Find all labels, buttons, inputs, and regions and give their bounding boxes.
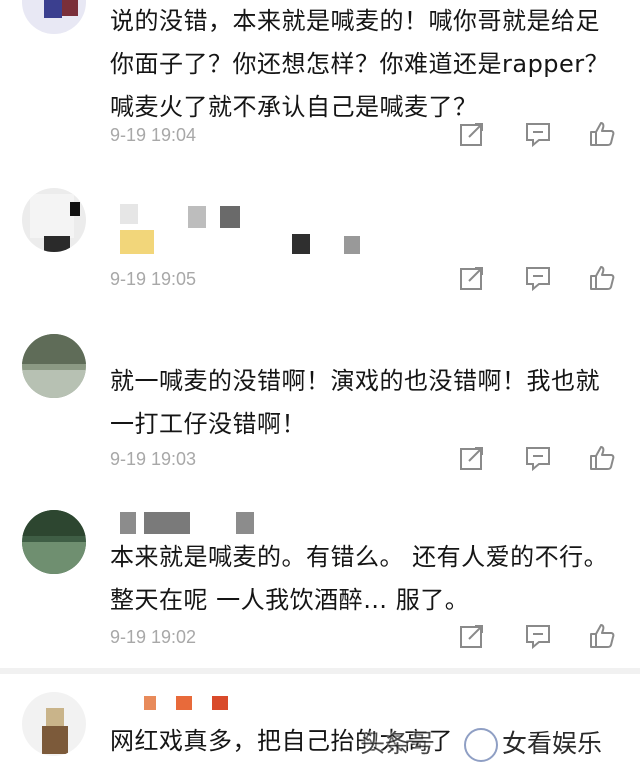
- comment-item: 本来就是喊麦的。有错么。 还有人爱的不行。整天在呢 一人我饮酒醉… 服了。 9-…: [0, 486, 640, 664]
- like-button[interactable]: [588, 120, 618, 150]
- reply-button[interactable]: [524, 622, 554, 652]
- comment-icon: [526, 123, 550, 148]
- comment-text: 本来就是喊麦的。有错么。 还有人爱的不行。整天在呢 一人我饮酒醉… 服了。: [110, 543, 609, 614]
- watermark-label: 女看娱乐: [502, 729, 603, 758]
- thumbs-up-icon: [590, 266, 615, 290]
- watermark-logo-icon: [464, 728, 498, 762]
- watermark-prefix: 头条号: [360, 729, 436, 758]
- comment-item: 就一喊麦的没错啊！演戏的也没错啊！我也就一打工仔没错啊！ 9-19 19:03: [0, 312, 640, 486]
- comment-item: 9-19 19:05: [0, 172, 640, 312]
- reply-button[interactable]: [524, 264, 554, 294]
- comment-timestamp: 9-19 19:02: [110, 627, 197, 647]
- share-icon: [460, 447, 483, 470]
- comment-icon: [526, 267, 550, 292]
- share-button[interactable]: [458, 444, 488, 474]
- thumbs-up-icon: [590, 624, 615, 648]
- like-button[interactable]: [588, 264, 618, 294]
- share-button[interactable]: [458, 622, 488, 652]
- comment-timestamp: 9-19 19:03: [110, 449, 197, 469]
- share-button[interactable]: [458, 120, 488, 150]
- comment-actions: [458, 120, 618, 150]
- comment-icon: [526, 625, 550, 650]
- comment-text: 说的没错，本来就是喊麦的！喊你哥就是给足你面子了？你还想怎样？你难道还是rapp…: [110, 7, 610, 121]
- reply-button[interactable]: [524, 444, 554, 474]
- comment-actions: [458, 264, 618, 294]
- thumbs-up-icon: [590, 122, 615, 146]
- avatar[interactable]: [22, 188, 86, 252]
- share-icon: [460, 267, 483, 290]
- avatar[interactable]: [22, 510, 86, 574]
- username[interactable]: [112, 190, 372, 260]
- divider: [0, 668, 640, 674]
- thumbs-up-icon: [590, 446, 615, 470]
- comment-timestamp: 9-19 19:04: [110, 125, 197, 145]
- share-icon: [460, 625, 483, 648]
- share-button[interactable]: [458, 264, 488, 294]
- share-icon: [460, 123, 483, 146]
- avatar[interactable]: [22, 334, 86, 398]
- comment-actions: [458, 622, 618, 652]
- comment-text: 就一喊麦的没错啊！演戏的也没错啊！我也就一打工仔没错啊！: [110, 367, 600, 438]
- reply-button[interactable]: [524, 120, 554, 150]
- comment-actions: [458, 444, 618, 474]
- like-button[interactable]: [588, 444, 618, 474]
- avatar[interactable]: [22, 0, 86, 34]
- comment-item: 说的没错，本来就是喊麦的！喊你哥就是给足你面子了？你还想怎样？你难道还是rapp…: [0, 0, 640, 172]
- comment-icon: [526, 447, 550, 472]
- comment-timestamp: 9-19 19:05: [110, 269, 197, 289]
- avatar[interactable]: [22, 692, 86, 756]
- like-button[interactable]: [588, 622, 618, 652]
